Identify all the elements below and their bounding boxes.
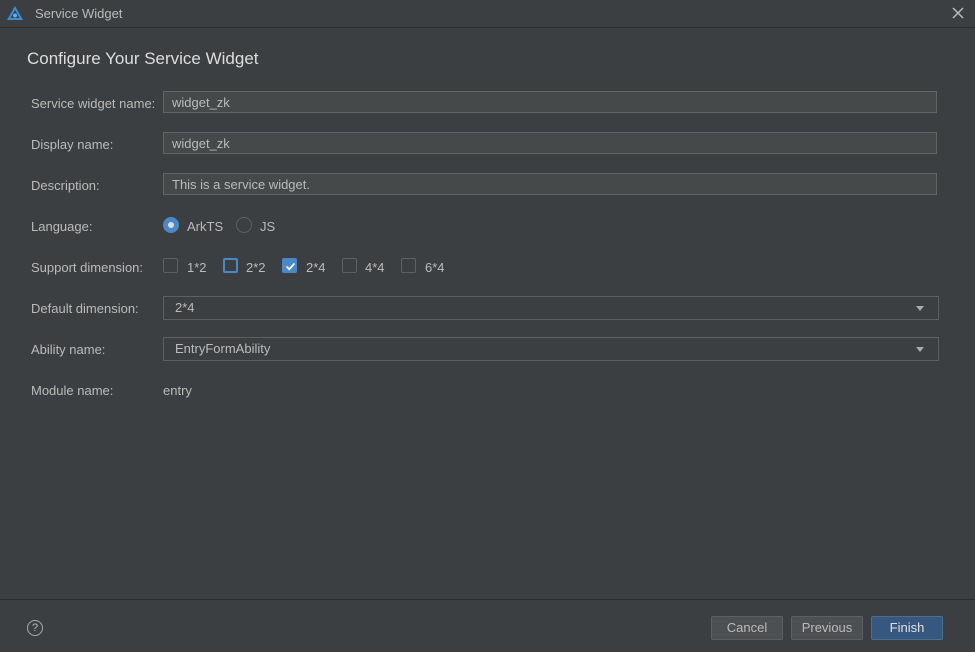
radio-arkts-label[interactable]: ArkTS: [187, 219, 223, 234]
description-input[interactable]: [163, 173, 937, 195]
checkbox-6x4[interactable]: [401, 258, 416, 273]
title-bar: Service Widget: [0, 0, 975, 28]
chevron-down-icon: [916, 347, 924, 352]
language-label: Language:: [31, 219, 93, 234]
radio-js[interactable]: [236, 217, 252, 233]
checkbox-1x2[interactable]: [163, 258, 178, 273]
default-dimension-value: 2*4: [175, 300, 195, 315]
close-icon[interactable]: [949, 4, 967, 22]
display-name-input[interactable]: [163, 132, 937, 154]
description-label: Description:: [31, 178, 100, 193]
finish-button[interactable]: Finish: [871, 616, 943, 640]
deveco-logo-icon: [6, 5, 24, 21]
service-widget-name-label: Service widget name:: [31, 96, 156, 111]
ability-name-select[interactable]: EntryFormAbility: [163, 337, 939, 361]
support-dimension-label: Support dimension:: [31, 260, 144, 275]
checkbox-1x2-label[interactable]: 1*2: [187, 260, 207, 275]
ability-name-label: Ability name:: [31, 342, 106, 357]
checkbox-2x4[interactable]: [282, 258, 297, 273]
page-title: Configure Your Service Widget: [27, 49, 259, 68]
checkmark-icon: [285, 262, 296, 271]
module-name-label: Module name:: [31, 383, 114, 398]
radio-js-label[interactable]: JS: [260, 219, 275, 234]
checkbox-2x4-label[interactable]: 2*4: [306, 260, 326, 275]
checkbox-2x2-label[interactable]: 2*2: [246, 260, 266, 275]
display-name-label: Display name:: [31, 137, 114, 152]
help-icon[interactable]: ?: [27, 620, 43, 636]
chevron-down-icon: [916, 306, 924, 311]
radio-arkts[interactable]: [163, 217, 179, 233]
footer-divider: [0, 599, 975, 600]
checkbox-6x4-label[interactable]: 6*4: [425, 260, 445, 275]
previous-button[interactable]: Previous: [791, 616, 863, 640]
checkbox-4x4-label[interactable]: 4*4: [365, 260, 385, 275]
checkbox-2x2[interactable]: [223, 258, 238, 273]
default-dimension-select[interactable]: 2*4: [163, 296, 939, 320]
module-name-value: entry: [163, 383, 192, 398]
checkbox-4x4[interactable]: [342, 258, 357, 273]
service-widget-name-input[interactable]: [163, 91, 937, 113]
window-title: Service Widget: [35, 6, 123, 21]
default-dimension-label: Default dimension:: [31, 301, 139, 316]
cancel-button[interactable]: Cancel: [711, 616, 783, 640]
ability-name-value: EntryFormAbility: [175, 341, 271, 356]
